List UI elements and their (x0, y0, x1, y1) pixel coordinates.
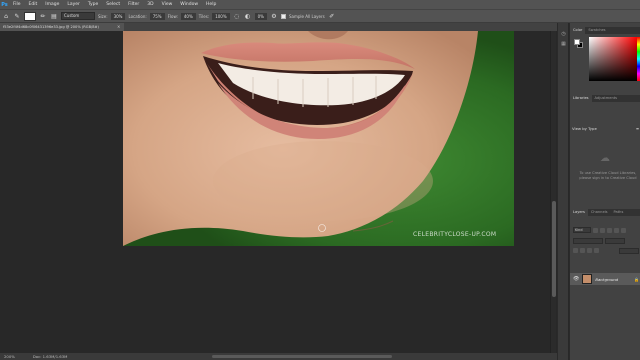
filter-smart-object-icon[interactable] (621, 227, 626, 233)
watermark-text: CELEBRITYCLOSE-UP.COM (413, 231, 497, 238)
filter-pixel-icon[interactable] (593, 227, 598, 233)
tiles-label: Tiles: (198, 13, 210, 19)
layers-panel-tabs: Layers Channels Paths (570, 209, 640, 216)
view-by-row[interactable]: View by Type ≡ (572, 125, 639, 132)
foreground-color-swatch[interactable] (574, 39, 580, 45)
color-panel-tabs: Color Swatches (570, 27, 640, 34)
lock-pixels-icon[interactable] (580, 248, 585, 253)
size-label: Size: (98, 13, 108, 19)
vertical-scroll-thumb[interactable] (552, 201, 556, 297)
airbrush-icon[interactable]: ◌ (233, 12, 241, 20)
color-picker-field[interactable] (589, 37, 637, 81)
angle-value[interactable]: 0% (254, 12, 267, 20)
mode-select[interactable]: Custom (61, 12, 95, 20)
menu-select[interactable]: Select (102, 0, 124, 9)
menu-layer[interactable]: Layer (63, 0, 84, 9)
size-value[interactable]: 30% (110, 12, 126, 20)
list-view-icon[interactable]: ≡ (636, 125, 639, 132)
location-value[interactable]: 75% (149, 12, 165, 20)
vertical-scrollbar[interactable] (550, 31, 556, 353)
brush-settings-icon[interactable]: ▤ (50, 12, 58, 20)
status-bar: 200% Doc: 1.63M/1.63M (0, 353, 568, 360)
kind-filter-select[interactable]: Kind (573, 227, 591, 233)
flow-value[interactable]: 40% (180, 12, 196, 20)
history-icon[interactable]: ◷ (560, 31, 567, 37)
flow-label: Flow: (167, 13, 178, 19)
blend-opacity-row (573, 237, 639, 244)
libraries-message: To use Creative Cloud Libraries, please … (579, 171, 637, 180)
lock-transparent-icon[interactable] (573, 248, 578, 253)
sample-all-layers-label: Sample All Layers (289, 13, 325, 19)
lock-icon: 🔒 (634, 276, 639, 282)
canvas-area[interactable]: CELEBRITYCLOSE-UP.COM (0, 31, 550, 353)
libraries-panel-tabs: Libraries Adjustments (570, 95, 640, 102)
doc-size[interactable]: Doc: 1.63M/1.63M (33, 354, 68, 359)
panel-icon-strip: ◷ ▦ (557, 23, 568, 360)
horizontal-scroll-thumb[interactable] (212, 355, 392, 358)
opacity-field[interactable] (605, 237, 625, 244)
blend-mode-select[interactable] (573, 237, 603, 244)
pencil-icon[interactable]: ✏ (39, 12, 47, 20)
options-bar: ⌂ ✎ ✏ ▤ Custom Size: 30% Location: 75% F… (0, 9, 640, 23)
tiles-value[interactable]: 100% (212, 12, 230, 20)
filter-adjustment-icon[interactable] (600, 227, 605, 233)
home-icon[interactable]: ⌂ (2, 12, 10, 20)
brush-preset-picker[interactable] (24, 11, 36, 21)
document-tab-bar: f53e2f4f4d68c0f06431396e33.jpg @ 200% (R… (0, 23, 568, 31)
layer-row-background[interactable]: 👁 Background 🔒 (570, 273, 640, 285)
tab-swatches[interactable]: Swatches (585, 27, 608, 34)
document-tab[interactable]: f53e2f4f4d68c0f06431396e33.jpg @ 200% (R… (0, 23, 124, 31)
right-panels: Color Swatches Libraries Adjustments Vie… (569, 23, 640, 360)
settings-gear-icon[interactable]: ⚙ (270, 12, 278, 20)
lock-all-icon[interactable] (594, 248, 599, 253)
portrait-photo (123, 31, 514, 246)
menu-3d[interactable]: 3D (143, 0, 157, 9)
menu-window[interactable]: Window (176, 0, 202, 9)
layer-name: Background (595, 276, 619, 282)
menu-edit[interactable]: Edit (25, 0, 42, 9)
layer-thumbnail (582, 274, 593, 284)
tab-channels[interactable]: Channels (588, 209, 611, 216)
filter-shape-icon[interactable] (614, 227, 619, 233)
document-tab-title: f53e2f4f4d68c0f06431396e33.jpg @ 200% (R… (3, 25, 99, 29)
layers-filter-bar: Kind (570, 226, 640, 234)
tab-paths[interactable]: Paths (611, 209, 627, 216)
menu-view[interactable]: View (158, 0, 177, 9)
fill-field[interactable] (619, 247, 639, 254)
tab-libraries[interactable]: Libraries (570, 95, 592, 102)
zoom-level[interactable]: 200% (4, 354, 15, 359)
close-icon[interactable]: × (117, 23, 120, 31)
menu-bar: Ps File Edit Image Layer Type Select Fil… (0, 0, 640, 9)
menu-type[interactable]: Type (84, 0, 102, 9)
location-label: Location: (128, 13, 147, 19)
properties-icon[interactable]: ▦ (560, 41, 567, 47)
menu-filter[interactable]: Filter (124, 0, 143, 9)
menu-file[interactable]: File (9, 0, 25, 9)
angle-icon[interactable]: ◐ (244, 12, 252, 20)
photoshop-logo: Ps (1, 1, 8, 8)
view-by-label: View by Type (572, 126, 597, 131)
menu-help[interactable]: Help (202, 0, 220, 9)
tab-layers[interactable]: Layers (570, 209, 588, 216)
tab-adjustments[interactable]: Adjustments (592, 95, 621, 102)
lock-fill-row (573, 247, 639, 254)
visibility-eye-icon[interactable]: 👁 (573, 276, 579, 282)
menu-image[interactable]: Image (41, 0, 63, 9)
brush-tool-icon[interactable]: ✎ (13, 12, 21, 20)
sample-all-layers-checkbox[interactable] (281, 13, 286, 19)
document-image[interactable]: CELEBRITYCLOSE-UP.COM (123, 31, 514, 246)
creative-cloud-icon: ☁ (600, 153, 610, 164)
filter-type-icon[interactable] (607, 227, 612, 233)
tab-color[interactable]: Color (570, 27, 586, 34)
pressure-icon[interactable]: ✐ (328, 12, 336, 20)
lock-position-icon[interactable] (587, 248, 592, 253)
